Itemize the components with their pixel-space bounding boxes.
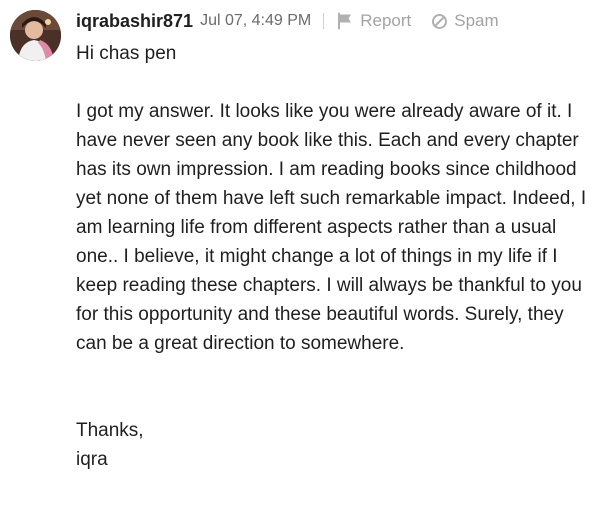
report-label: Report	[360, 11, 412, 30]
header-divider	[323, 13, 325, 29]
spam-label: Spam	[454, 11, 499, 30]
block-icon	[431, 13, 448, 30]
timestamp: Jul 07, 4:49 PM	[200, 12, 312, 29]
avatar[interactable]	[10, 10, 61, 61]
comment-paragraph: I got my answer. It looks like you were …	[76, 101, 587, 354]
spam-button[interactable]: Spam	[431, 11, 499, 31]
comment-greeting: Hi chas pen	[76, 43, 177, 64]
comment-signature: iqra	[76, 449, 108, 470]
username-link[interactable]: iqrabashir871	[76, 11, 193, 32]
comment-body: Hi chas pen I got my answer. It looks li…	[76, 39, 598, 474]
comment: iqrabashir871 Jul 07, 4:49 PM Report Spa…	[0, 0, 600, 507]
avatar-image	[10, 10, 61, 61]
report-button[interactable]: Report	[336, 11, 411, 31]
flag-icon	[336, 12, 354, 30]
comment-header: iqrabashir871 Jul 07, 4:49 PM Report Spa…	[76, 9, 499, 33]
comment-signoff: Thanks,	[76, 420, 144, 441]
